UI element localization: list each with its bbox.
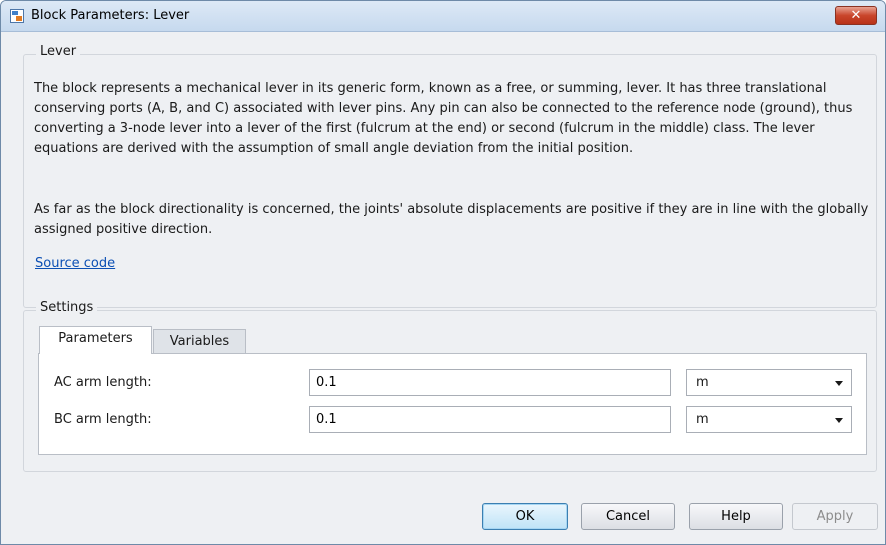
ok-button[interactable]: OK bbox=[482, 503, 568, 530]
bc-arm-length-unit-select[interactable]: m bbox=[686, 406, 852, 433]
chevron-down-icon bbox=[835, 418, 843, 423]
bc-arm-length-label: BC arm length: bbox=[54, 412, 152, 427]
bc-arm-length-input[interactable] bbox=[309, 406, 671, 433]
ac-arm-length-label: AC arm length: bbox=[54, 375, 152, 390]
cancel-button[interactable]: Cancel bbox=[581, 503, 675, 530]
close-icon: ✕ bbox=[850, 8, 862, 23]
simulink-block-icon bbox=[10, 9, 24, 23]
parameters-panel: AC arm length: m BC arm length: m bbox=[38, 353, 867, 455]
ac-arm-length-input[interactable] bbox=[309, 369, 671, 396]
source-code-link[interactable]: Source code bbox=[35, 256, 115, 271]
lever-group-label: Lever bbox=[36, 44, 81, 59]
directionality-description: As far as the block directionality is co… bbox=[34, 202, 869, 237]
button-bar: OK Cancel Help Apply bbox=[1, 482, 885, 544]
chevron-down-icon bbox=[835, 381, 843, 386]
block-description: The block represents a mechanical lever … bbox=[34, 81, 853, 156]
ac-arm-length-unit: m bbox=[696, 375, 709, 390]
tab-variables[interactable]: Variables bbox=[153, 329, 246, 355]
settings-group-label: Settings bbox=[36, 300, 98, 315]
dialog-window: Block Parameters: Lever ✕ Lever The bloc… bbox=[0, 0, 886, 545]
help-button[interactable]: Help bbox=[689, 503, 783, 530]
title-bar[interactable]: Block Parameters: Lever ✕ bbox=[1, 1, 885, 32]
window-title: Block Parameters: Lever bbox=[31, 8, 190, 23]
dialog-content: Lever The block represents a mechanical … bbox=[1, 32, 885, 482]
bc-arm-length-unit: m bbox=[696, 412, 709, 427]
tab-parameters[interactable]: Parameters bbox=[39, 326, 152, 354]
apply-button[interactable]: Apply bbox=[792, 503, 878, 530]
ac-arm-length-unit-select[interactable]: m bbox=[686, 369, 852, 396]
close-button[interactable]: ✕ bbox=[835, 6, 877, 25]
